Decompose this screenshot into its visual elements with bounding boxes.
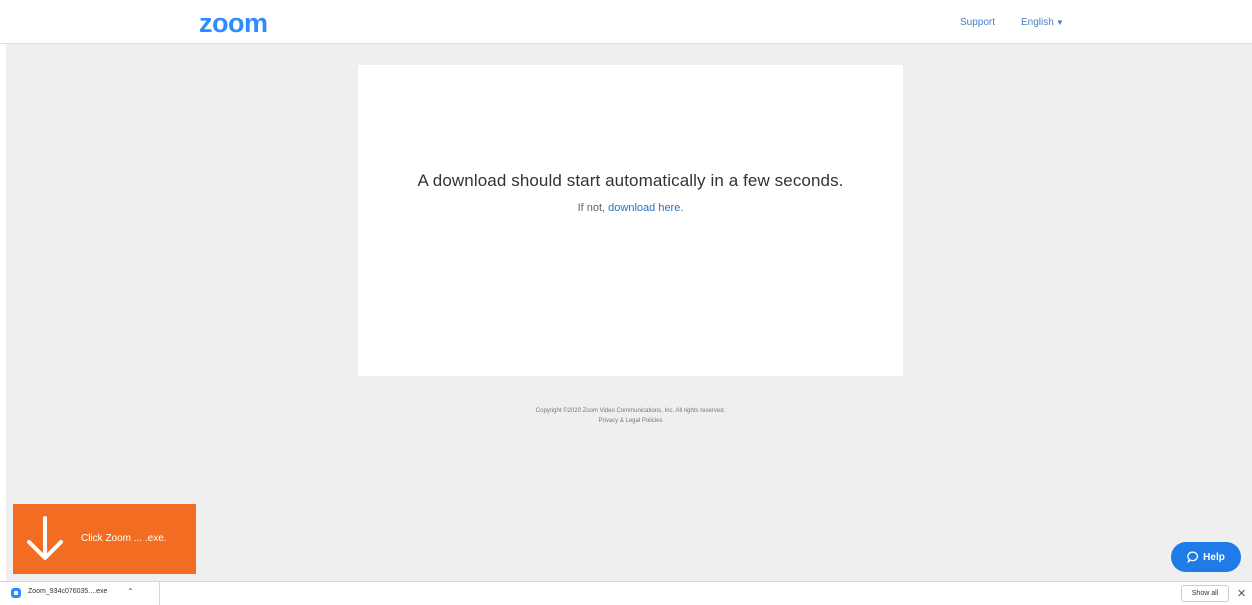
download-hint-banner: Click Zoom ... .exe.	[13, 504, 196, 574]
page-footer: Copyright ©2020 Zoom Video Communication…	[358, 406, 903, 426]
chevron-up-icon[interactable]: ⌃	[127, 587, 134, 596]
download-fallback: If not, download here.	[358, 202, 903, 214]
help-label: Help	[1203, 551, 1225, 563]
page-edge	[0, 0, 6, 605]
close-icon[interactable]: ✕	[1237, 587, 1246, 600]
download-message: A download should start automatically in…	[417, 171, 844, 190]
privacy-link[interactable]: Privacy & Legal Policies	[358, 416, 903, 426]
download-item[interactable]: Zoom_934c076035....exe ⌃	[6, 582, 160, 605]
help-button[interactable]: Help	[1171, 542, 1241, 572]
download-file-name: Zoom_934c076035....exe	[28, 588, 108, 595]
copyright-text: Copyright ©2020 Zoom Video Communication…	[535, 408, 726, 414]
download-here-link[interactable]: download here.	[608, 202, 683, 214]
zoom-file-icon	[11, 588, 21, 598]
download-card: A download should start automatically in…	[358, 65, 903, 376]
chat-bubble-icon	[1187, 551, 1199, 563]
language-label: English	[1021, 17, 1054, 28]
fallback-prefix: If not,	[577, 202, 609, 214]
download-hint-text: Click Zoom ... .exe.	[81, 533, 167, 544]
zoom-logo[interactable]: zoom	[199, 8, 268, 38]
show-all-button[interactable]: Show all	[1181, 585, 1229, 602]
language-selector[interactable]: English ▼	[1021, 17, 1064, 28]
arrow-down-icon	[27, 516, 63, 560]
browser-download-bar: Zoom_934c076035....exe ⌃ Show all ✕	[0, 581, 1252, 605]
site-header: zoom Support English ▼	[0, 0, 1252, 44]
chevron-down-icon: ▼	[1055, 18, 1064, 27]
support-link[interactable]: Support	[960, 17, 995, 28]
